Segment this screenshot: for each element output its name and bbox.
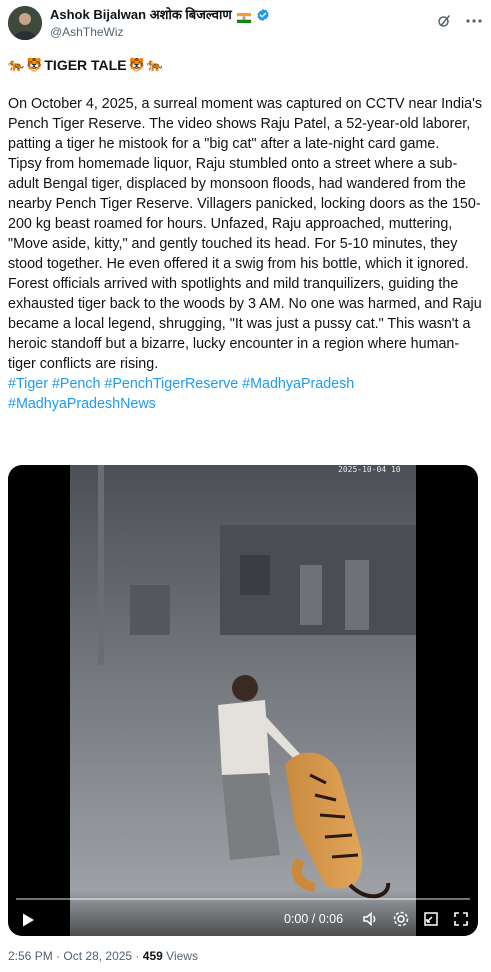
views-count: 459 (142, 949, 163, 963)
volume-icon[interactable] (362, 910, 380, 928)
video-time: 0:00 / 0:06 (284, 912, 344, 926)
video-control-icons (362, 910, 470, 928)
post-hashtags[interactable]: #Tiger #Pench #PenchTigerReserve #Madhya… (8, 374, 484, 414)
post-paragraph: On October 4, 2025, a surreal moment was… (8, 96, 482, 152)
tiger-icon: 🐅 (8, 57, 25, 72)
post-header: Ashok Bijalwan अशोक बिजल्वाण @AshTheWiz (8, 6, 483, 50)
views-label: Views (166, 949, 198, 963)
cctv-timestamp: 2025-10-04 10 (338, 465, 401, 474)
post-actions-top (435, 12, 483, 30)
grok-icon[interactable] (435, 12, 453, 30)
post-title-line: 🐅 🐯 TIGER TALE 🐯 🐅 (8, 56, 163, 74)
post-paragraph: Tipsy from homemade liquor, Raju stumble… (8, 156, 481, 272)
picture-in-picture-icon[interactable] (422, 910, 440, 928)
tiger-face-icon: 🐯 (128, 57, 145, 72)
post-title: TIGER TALE (44, 57, 127, 73)
post-time[interactable]: 2:56 PM (8, 949, 53, 963)
settings-icon[interactable] (392, 910, 410, 928)
post-date[interactable]: Oct 28, 2025 (63, 949, 132, 963)
tiger-face-icon: 🐯 (26, 57, 43, 72)
author-display-name[interactable]: Ashok Bijalwan अशोक बिजल्वाण (50, 6, 270, 24)
post-paragraph: Forest officials arrived with spotlights… (8, 276, 482, 372)
fullscreen-icon[interactable] (452, 910, 470, 928)
meta-separator: · (135, 949, 143, 963)
video-controls: 0:00 / 0:06 (8, 890, 478, 936)
author-names: Ashok Bijalwan अशोक बिजल्वाण @AshTheWiz (50, 6, 270, 40)
video-progress-bar[interactable] (16, 898, 470, 900)
display-name-text: Ashok Bijalwan अशोक बिजल्वाण (50, 7, 232, 22)
india-flag-icon (236, 10, 251, 23)
video-player[interactable]: 2025-10-04 10 0:00 / 0:06 (8, 465, 478, 936)
post-meta: 2:56 PM · Oct 28, 2025 · 459 Views (8, 949, 198, 963)
play-icon[interactable] (20, 912, 36, 928)
verified-badge-icon (256, 8, 270, 22)
tiger-icon: 🐅 (146, 57, 163, 72)
video-frame[interactable]: 2025-10-04 10 (70, 465, 416, 936)
author-handle[interactable]: @AshTheWiz (50, 24, 270, 40)
post-body: On October 4, 2025, a surreal moment was… (8, 94, 484, 414)
avatar[interactable] (8, 6, 42, 40)
more-icon[interactable] (465, 12, 483, 30)
